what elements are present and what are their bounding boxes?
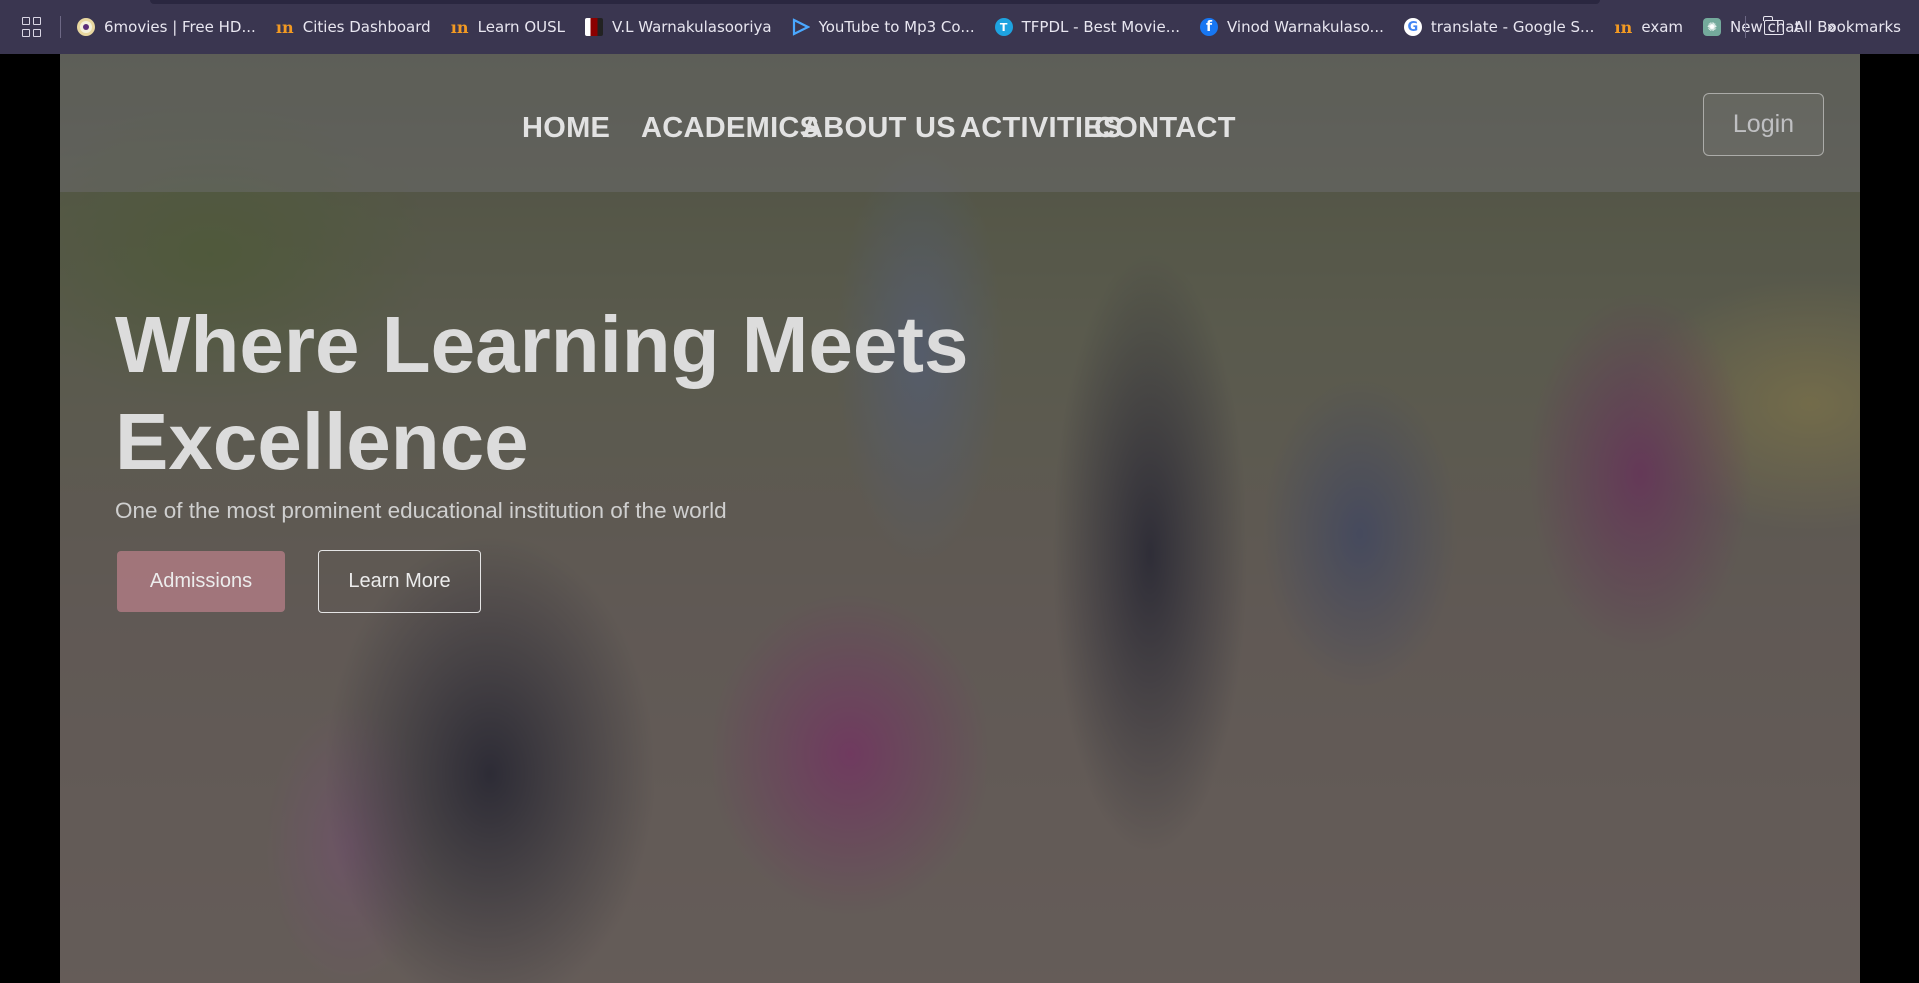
facebook-icon: f: [1200, 18, 1218, 36]
nav-about-link[interactable]: ABOUT US: [802, 112, 956, 145]
ousl-icon: ın: [450, 17, 469, 37]
nav-home-link[interactable]: HOME: [522, 112, 610, 145]
nav-academics-link[interactable]: ACADEMICS: [641, 112, 819, 145]
bookmark-6movies[interactable]: 6movies | Free HD...: [77, 18, 256, 36]
bookmark-vl-warnakulasooriya[interactable]: V.L Warnakulasooriya: [585, 18, 772, 36]
bookmark-learn-ousl[interactable]: ın Learn OUSL: [450, 17, 565, 37]
bookmarks-bar: 6movies | Free HD... ın Cities Dashboard…: [0, 0, 1919, 54]
6movies-icon: [77, 18, 95, 36]
bookmark-youtube-mp3[interactable]: YouTube to Mp3 Co...: [792, 18, 975, 36]
folder-icon: [1762, 15, 1784, 35]
bookmark-label: Learn OUSL: [477, 18, 565, 36]
bookmark-label: V.L Warnakulasooriya: [612, 18, 772, 36]
google-icon: G: [1403, 18, 1422, 36]
bookmark-vinod-facebook[interactable]: f Vinod Warnakulaso...: [1200, 18, 1384, 36]
nav-contact-link[interactable]: CONTACT: [1094, 112, 1236, 145]
bookmark-cities-dashboard[interactable]: ın Cities Dashboard: [275, 17, 431, 37]
tab-strip-edge: [150, 0, 1600, 4]
all-bookmarks-label: All Bookmarks: [1793, 18, 1901, 36]
chatgpt-icon: ✺: [1703, 18, 1722, 36]
bookmarks-divider: [1744, 16, 1746, 38]
learn-more-button[interactable]: Learn More: [318, 550, 481, 613]
all-bookmarks-button[interactable]: All Bookmarks: [1744, 15, 1901, 38]
play-arrow-icon: [792, 18, 810, 36]
bookmark-label: Vinod Warnakulaso...: [1227, 18, 1384, 36]
admissions-button[interactable]: Admissions: [117, 551, 285, 612]
bookmark-tfpdl[interactable]: T TFPDL - Best Movie...: [994, 18, 1180, 36]
tfpdl-icon: T: [994, 18, 1013, 36]
hero-subheading: One of the most prominent educational in…: [115, 498, 727, 523]
bookmark-label: exam: [1641, 18, 1684, 36]
page-viewport: HOME ACADEMICS ABOUT US ACTIVITIES CONTA…: [60, 54, 1860, 983]
vl-icon: [585, 18, 603, 36]
bookmark-label: 6movies | Free HD...: [104, 18, 256, 36]
bookmarks-divider: [60, 16, 61, 38]
hero-headline: Where Learning Meets Excellence: [115, 300, 969, 486]
ousl-icon: ın: [275, 17, 294, 37]
bookmark-label: translate - Google S...: [1430, 18, 1595, 36]
ousl-icon: ın: [1614, 17, 1633, 37]
apps-grid-icon[interactable]: [22, 17, 42, 37]
bookmark-label: Cities Dashboard: [302, 18, 431, 36]
login-button[interactable]: Login: [1703, 93, 1824, 156]
bookmark-exam[interactable]: ın exam: [1614, 17, 1684, 37]
bookmark-label: TFPDL - Best Movie...: [1021, 18, 1180, 36]
bookmark-translate[interactable]: G translate - Google S...: [1403, 18, 1595, 36]
bookmark-label: YouTube to Mp3 Co...: [818, 18, 975, 36]
